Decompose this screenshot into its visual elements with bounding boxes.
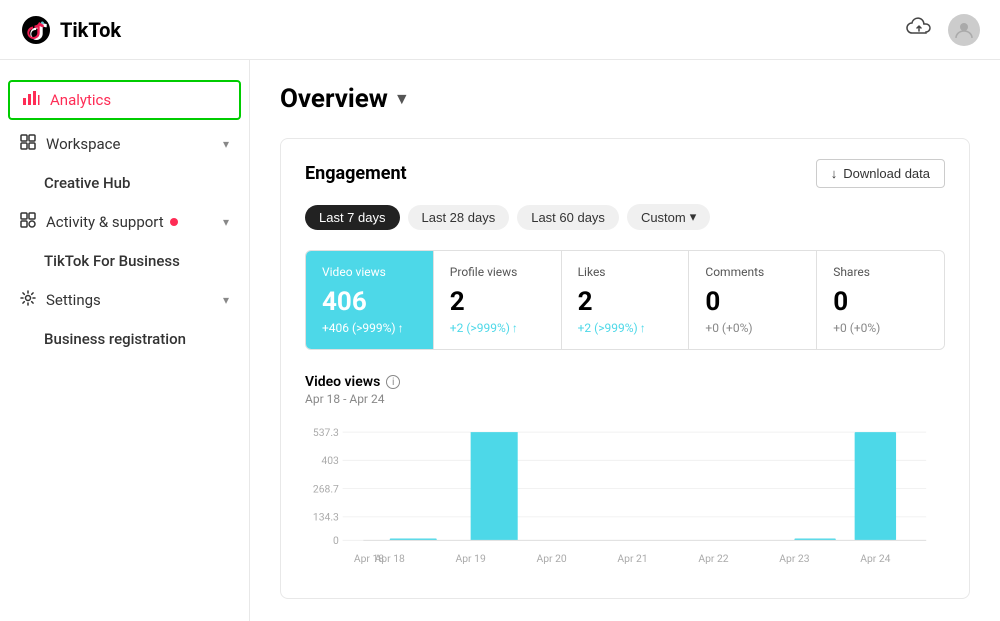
bar-apr24-correct [855, 432, 896, 540]
metric-likes-label: Likes [578, 265, 673, 279]
bar-apr24 [471, 432, 518, 540]
filter-last-7-days[interactable]: Last 7 days [305, 205, 400, 230]
svg-text:268.7: 268.7 [313, 482, 339, 495]
settings-icon [20, 290, 36, 310]
page-title-chevron-icon[interactable]: ▼ [394, 89, 410, 109]
video-views-arrow-icon: ↑ [398, 321, 404, 335]
chart-subtitle: Apr 18 - Apr 24 [305, 392, 945, 406]
sidebar-item-analytics[interactable]: Analytics [8, 80, 241, 120]
chart-title: Video views [305, 374, 380, 390]
activity-icon [20, 212, 36, 232]
filter-custom[interactable]: Custom ▾ [627, 204, 710, 230]
sidebar-item-creative-hub-label: Creative Hub [44, 174, 130, 192]
header: TikTok [0, 0, 1000, 60]
metric-profile-views-value: 2 [450, 287, 545, 317]
main-layout: Analytics Workspace ▾ Creative Hub [0, 60, 1000, 621]
metric-likes: Likes 2 +2 (>999%) ↑ [562, 251, 690, 349]
analytics-icon [22, 90, 40, 110]
engagement-title: Engagement [305, 163, 407, 184]
chart-info-icon[interactable]: i [386, 375, 400, 389]
metric-video-views: Video views 406 +406 (>999%) ↑ [306, 251, 434, 349]
svg-text:Apr 21: Apr 21 [617, 552, 647, 565]
svg-text:134.3: 134.3 [313, 511, 339, 524]
business-registration-label: Business registration [44, 330, 186, 348]
engagement-header: Engagement ↓ Download data [305, 159, 945, 188]
time-filters: Last 7 days Last 28 days Last 60 days Cu… [305, 204, 945, 230]
metric-comments-change: +0 (+0%) [705, 321, 800, 335]
sidebar-item-settings-label: Settings [46, 291, 101, 309]
activity-notification-dot [170, 218, 178, 226]
brand-name: TikTok [60, 18, 121, 42]
page-title-text: Overview [280, 84, 388, 114]
page-title: Overview ▼ [280, 84, 970, 114]
svg-text:Apr 18: Apr 18 [375, 552, 405, 565]
svg-text:Apr 19: Apr 19 [456, 552, 486, 565]
activity-chevron-icon: ▾ [223, 215, 229, 229]
metric-likes-change: +2 (>999%) ↑ [578, 321, 673, 335]
tiktok-brand-icon [20, 14, 52, 46]
filter-last-28-days[interactable]: Last 28 days [408, 205, 510, 230]
download-data-button[interactable]: ↓ Download data [816, 159, 945, 188]
svg-text:Apr 23: Apr 23 [779, 552, 809, 565]
metric-comments-value: 0 [705, 287, 800, 317]
metric-profile-views: Profile views 2 +2 (>999%) ↑ [434, 251, 562, 349]
metric-shares-value: 0 [833, 287, 928, 317]
svg-text:Apr 24: Apr 24 [860, 552, 890, 565]
profile-views-arrow-icon: ↑ [512, 321, 518, 335]
sidebar-item-creative-hub[interactable]: Creative Hub [0, 164, 249, 202]
svg-text:0: 0 [333, 534, 339, 547]
sidebar-item-business-registration[interactable]: Business registration [0, 320, 249, 358]
custom-label: Custom [641, 210, 686, 225]
workspace-icon [20, 134, 36, 154]
sidebar-item-settings[interactable]: Settings ▾ [0, 280, 249, 320]
video-views-chart: 537.3 403 268.7 134.3 0 [305, 418, 945, 578]
workspace-chevron-icon: ▾ [223, 137, 229, 151]
download-icon: ↓ [831, 166, 838, 181]
chart-section: Video views i Apr 18 - Apr 24 537.3 403 … [305, 374, 945, 578]
metric-video-views-label: Video views [322, 265, 417, 279]
sidebar-item-activity-label: Activity & support [46, 213, 164, 231]
metric-shares-change: +0 (+0%) [833, 321, 928, 335]
user-avatar[interactable] [948, 14, 980, 46]
svg-text:537.3: 537.3 [313, 426, 339, 439]
chart-title-row: Video views i [305, 374, 945, 390]
filter-last-60-days[interactable]: Last 60 days [517, 205, 619, 230]
likes-arrow-icon: ↑ [640, 321, 646, 335]
metric-likes-value: 2 [578, 287, 673, 317]
metric-video-views-value: 406 [322, 287, 417, 317]
header-right [906, 14, 980, 46]
metric-shares: Shares 0 +0 (+0%) [817, 251, 944, 349]
main-content: Overview ▼ Engagement ↓ Download data La… [250, 60, 1000, 621]
sidebar-item-workspace-label: Workspace [46, 135, 120, 153]
tiktok-logo[interactable]: TikTok [20, 14, 121, 46]
svg-text:Apr 20: Apr 20 [536, 552, 566, 565]
metric-profile-views-label: Profile views [450, 265, 545, 279]
custom-chevron-icon: ▾ [690, 209, 697, 225]
engagement-card: Engagement ↓ Download data Last 7 days L… [280, 138, 970, 599]
tiktok-for-business-label: TikTok For Business [44, 252, 180, 270]
sidebar: Analytics Workspace ▾ Creative Hub [0, 60, 250, 621]
metric-video-views-change: +406 (>999%) ↑ [322, 321, 417, 335]
sidebar-item-analytics-label: Analytics [50, 91, 111, 109]
sidebar-item-activity-support[interactable]: Activity & support ▾ [0, 202, 249, 242]
upload-cloud-icon[interactable] [906, 17, 932, 43]
metric-shares-label: Shares [833, 265, 928, 279]
metric-comments: Comments 0 +0 (+0%) [689, 251, 817, 349]
svg-text:Apr 22: Apr 22 [698, 552, 728, 565]
download-label: Download data [843, 166, 930, 181]
sidebar-item-workspace[interactable]: Workspace ▾ [0, 124, 249, 164]
sidebar-item-tiktok-for-business[interactable]: TikTok For Business [0, 242, 249, 280]
header-left: TikTok [20, 14, 121, 46]
metric-profile-views-change: +2 (>999%) ↑ [450, 321, 545, 335]
settings-chevron-icon: ▾ [223, 293, 229, 307]
metrics-row: Video views 406 +406 (>999%) ↑ Profile v… [305, 250, 945, 350]
metric-comments-label: Comments [705, 265, 800, 279]
svg-text:403: 403 [321, 454, 339, 467]
